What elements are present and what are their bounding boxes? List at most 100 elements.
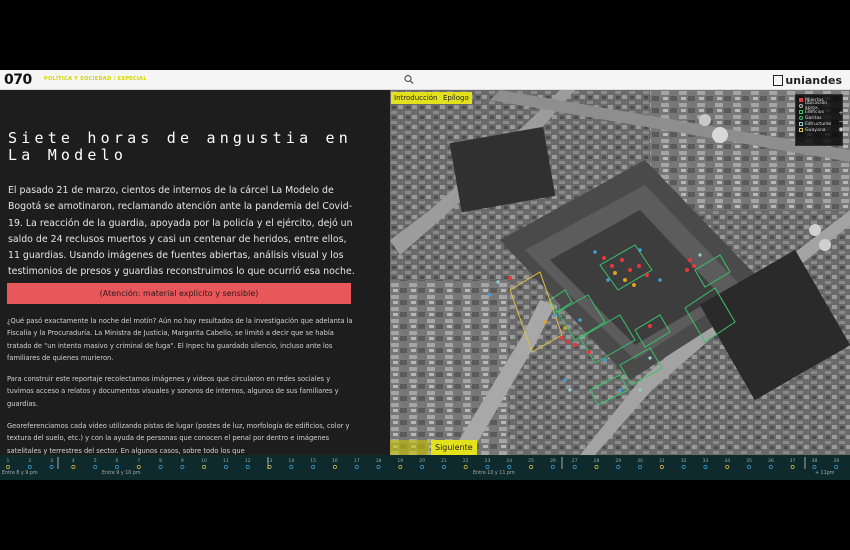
timeline-number[interactable]: 32 <box>681 458 687 464</box>
timeline-number[interactable]: 4 <box>72 458 75 464</box>
timeline-marker[interactable] <box>616 465 621 469</box>
body-paragraph: ¿Qué pasó exactamente la noche del motín… <box>7 317 353 363</box>
timeline-number[interactable]: 25 <box>528 458 534 464</box>
timeline-number[interactable]: 39 <box>833 458 839 464</box>
timeline-marker[interactable] <box>6 465 10 469</box>
timeline-bar[interactable]: 1 2 3 4 5 6 7 8 9 10 11 12 13 14 15 16 17 18 19 20 21 22 23 24 2… <box>0 455 850 480</box>
timeline-marker[interactable] <box>180 465 185 469</box>
timeline-marker[interactable] <box>202 465 207 469</box>
timeline-marker[interactable] <box>638 465 643 469</box>
timeline-number[interactable]: 13 <box>267 458 273 464</box>
timeline-marker[interactable] <box>289 465 294 469</box>
timeline-marker[interactable] <box>49 465 54 469</box>
satellite-map[interactable] <box>390 90 850 455</box>
timeline-marker[interactable] <box>790 465 795 469</box>
timeline-number[interactable]: 9 <box>181 458 184 464</box>
timeline-marker[interactable] <box>398 465 403 469</box>
timeline-number[interactable]: 10 <box>201 458 207 464</box>
timeline-number[interactable]: 26 <box>550 458 556 464</box>
nav-intro-button[interactable]: Introducción <box>391 92 441 104</box>
article-panel[interactable]: Siete horas de angustia en La Modelo El … <box>0 90 390 455</box>
timeline-marker[interactable] <box>681 465 686 469</box>
timeline-number[interactable]: 20 <box>419 458 425 464</box>
timeline-number[interactable]: 8 <box>159 458 162 464</box>
timeline-number[interactable]: 28 <box>594 458 600 464</box>
timeline-marker[interactable] <box>136 465 141 469</box>
timeline-marker[interactable] <box>747 465 751 469</box>
breadcrumb[interactable]: POLÍTICA Y SOCIEDAD / ESPECIAL <box>44 76 147 82</box>
timeline-marker[interactable] <box>812 465 817 469</box>
timeline-number[interactable]: 22 <box>463 458 469 464</box>
timeline-marker[interactable] <box>572 465 577 469</box>
timeline-marker[interactable] <box>420 465 425 469</box>
timeline-number[interactable]: 11 <box>223 458 229 464</box>
locate-icon[interactable]: ◉ <box>837 126 845 134</box>
map-tools: + − ◉ <box>837 110 845 134</box>
timeline-marker[interactable] <box>223 465 228 469</box>
timeline-number[interactable]: 31 <box>659 458 665 464</box>
timeline-number[interactable]: 37 <box>790 458 796 464</box>
timeline-number[interactable]: 7 <box>137 458 140 464</box>
timeline-number[interactable]: 16 <box>332 458 338 464</box>
site-logo[interactable]: 070 <box>4 72 32 88</box>
timeline-number[interactable]: 3 <box>50 458 53 464</box>
timeline-marker[interactable] <box>311 465 316 469</box>
timeline-number[interactable]: 23 <box>485 458 491 464</box>
timeline-number[interactable]: 29 <box>615 458 621 464</box>
timeline-marker[interactable] <box>529 465 534 469</box>
timeline-marker[interactable] <box>594 465 599 469</box>
timeline-number[interactable]: 38 <box>811 458 817 464</box>
timeline-number[interactable]: 12 <box>245 458 251 464</box>
timeline-marker[interactable] <box>376 465 381 469</box>
timeline-marker[interactable] <box>115 465 119 469</box>
timeline-number[interactable]: 33 <box>703 458 709 464</box>
timeline-number[interactable]: 30 <box>637 458 643 464</box>
timeline-marker[interactable] <box>485 465 490 469</box>
timeline-number[interactable]: 35 <box>746 458 752 464</box>
timeline-number[interactable]: 24 <box>506 458 512 464</box>
legend-item[interactable]: Guayana <box>799 127 839 133</box>
timeline-number[interactable]: 21 <box>441 458 447 464</box>
uniandes-logo[interactable]: uniandes <box>773 74 842 87</box>
timeline-marker[interactable] <box>550 465 555 469</box>
timeline-marker[interactable] <box>354 465 359 469</box>
timeline-number[interactable]: 2 <box>28 458 31 464</box>
timeline-marker[interactable] <box>463 465 468 469</box>
timeline-marker[interactable] <box>93 465 98 469</box>
zoom-in-icon[interactable]: + <box>837 110 845 118</box>
timeline-marker[interactable] <box>245 465 250 469</box>
legend-item[interactable]: Ubicación aprox. <box>799 101 839 111</box>
timeline-marker[interactable] <box>27 465 32 469</box>
warning-banner[interactable]: (Atención: material explícito y sensible… <box>7 283 351 304</box>
timeline-marker[interactable] <box>507 465 512 469</box>
timeline-marker[interactable] <box>267 465 272 469</box>
nav-previous-button[interactable] <box>390 440 430 455</box>
timeline-marker[interactable] <box>725 465 730 469</box>
timeline-range-label: Entre 9 y 10 pm <box>102 471 141 476</box>
timeline-marker[interactable] <box>71 465 76 469</box>
search-icon[interactable] <box>404 74 414 86</box>
timeline-marker[interactable] <box>332 465 337 469</box>
timeline-number[interactable]: 19 <box>397 458 403 464</box>
timeline-marker[interactable] <box>834 465 839 469</box>
timeline-number[interactable]: 17 <box>354 458 360 464</box>
zoom-out-icon[interactable]: − <box>837 118 845 126</box>
timeline-marker[interactable] <box>703 465 708 469</box>
timeline-number[interactable]: 1 <box>7 458 10 464</box>
timeline-number[interactable]: 34 <box>724 458 730 464</box>
timeline-marker[interactable] <box>659 465 664 469</box>
timeline-number[interactable]: 6 <box>116 458 119 464</box>
timeline-number[interactable]: 18 <box>376 458 382 464</box>
timeline-number[interactable]: 15 <box>310 458 316 464</box>
timeline-number[interactable]: 36 <box>768 458 774 464</box>
timeline-number[interactable]: 5 <box>94 458 97 464</box>
timeline-marker[interactable] <box>158 465 163 469</box>
timeline-marker[interactable] <box>441 465 446 469</box>
timeline-ticks[interactable]: 1 2 3 4 5 6 7 8 9 10 11 12 13 14 15 16 17 18 19 20 21 22 23 24 2… <box>0 455 850 480</box>
nav-next-button[interactable]: Siguiente <box>431 440 477 455</box>
nav-epilogo-button[interactable]: Epílogo <box>440 92 472 104</box>
timeline-marker[interactable] <box>768 465 773 469</box>
map-canvas[interactable] <box>390 90 850 455</box>
timeline-number[interactable]: 27 <box>572 458 578 464</box>
timeline-number[interactable]: 14 <box>288 458 294 464</box>
